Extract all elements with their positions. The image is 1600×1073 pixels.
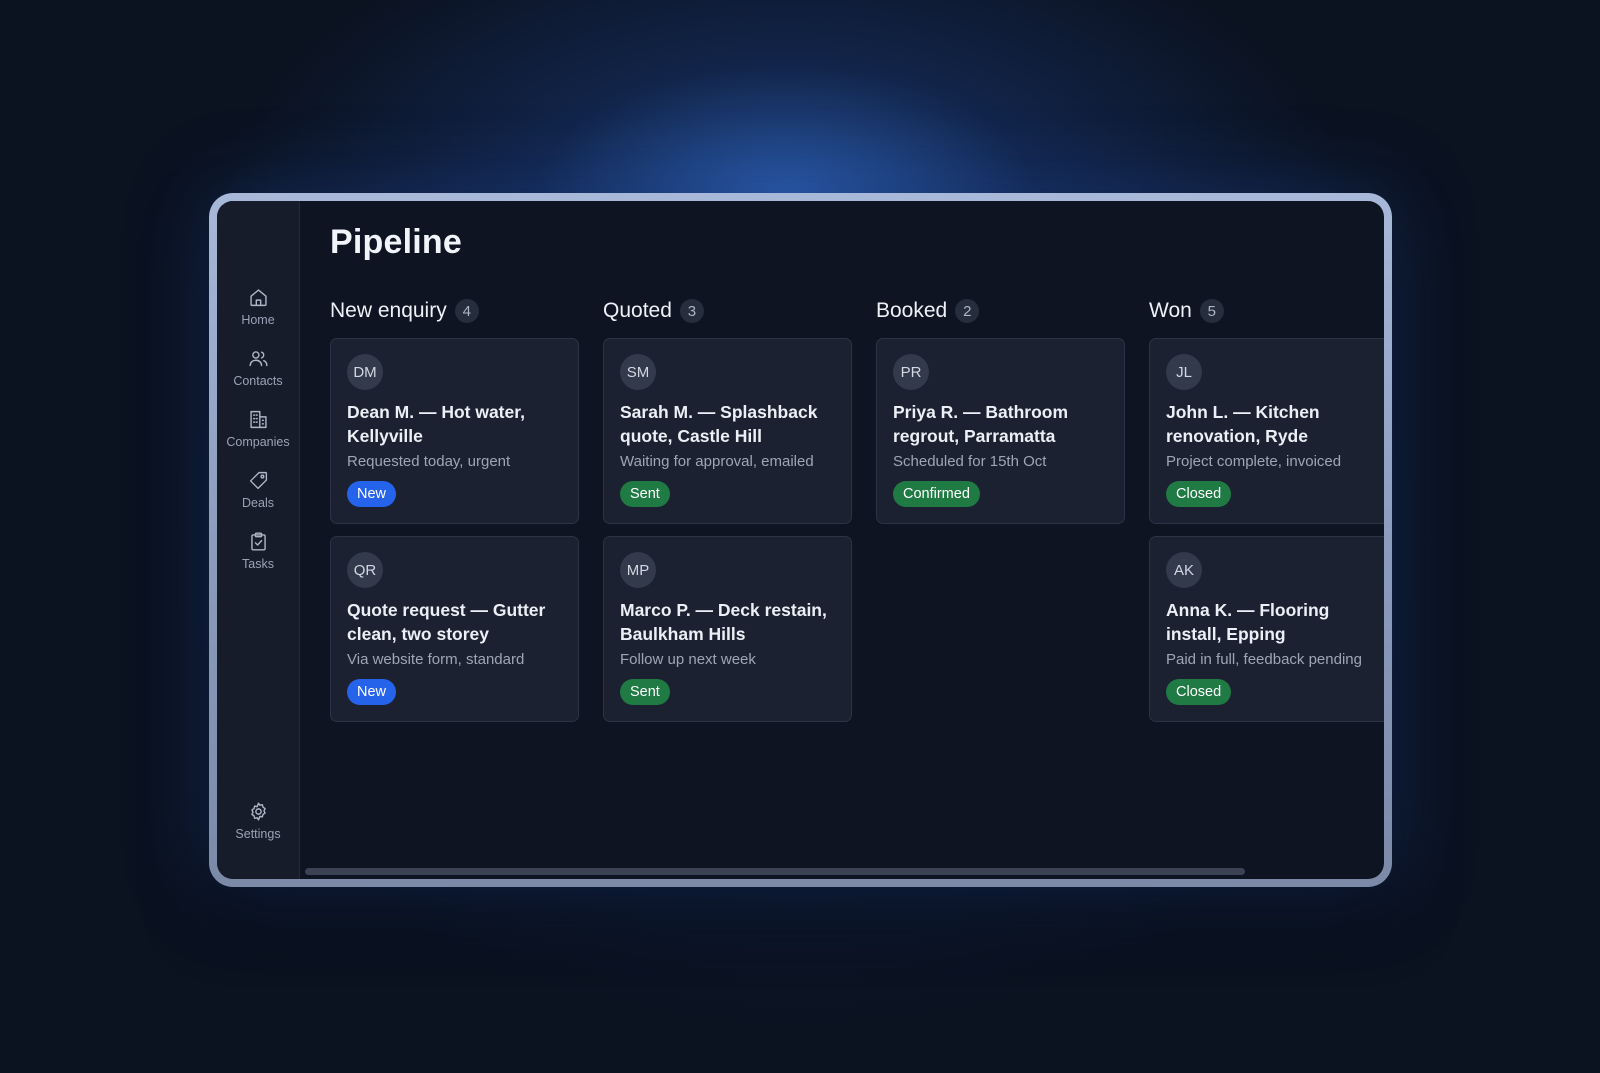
- tag-icon: [248, 470, 269, 491]
- column-title: Won: [1149, 299, 1192, 322]
- status-badge: Confirmed: [893, 481, 980, 507]
- avatar: JL: [1166, 354, 1202, 390]
- column-count-badge: 3: [679, 299, 704, 323]
- sidebar-item-label: Companies: [226, 435, 290, 449]
- deal-card[interactable]: DM Dean M. — Hot water, Kellyville Reque…: [330, 338, 579, 524]
- status-badge: New: [347, 679, 397, 705]
- scrollbar-thumb[interactable]: [305, 868, 1245, 875]
- status-badge: Sent: [620, 679, 670, 705]
- deal-card[interactable]: MP Marco P. — Deck restain, Baulkham Hil…: [603, 536, 852, 722]
- card-title: Anna K. — Flooring install, Epping: [1166, 600, 1330, 644]
- card-title: Sarah M. — Splashback quote, Castle Hill: [620, 402, 818, 446]
- column-title: New enquiry: [330, 299, 447, 322]
- sidebar-item-settings[interactable]: Settings: [217, 801, 299, 841]
- column-quoted: Quoted 3 SM Sarah M. — Splashback quote,…: [603, 296, 853, 722]
- avatar: AK: [1166, 552, 1202, 588]
- sidebar-item-deals[interactable]: Deals: [217, 470, 299, 510]
- sidebar-item-label: Deals: [242, 496, 274, 510]
- sidebar-item-contacts[interactable]: Contacts: [217, 348, 299, 388]
- card-title: Marco P. — Deck restain, Baulkham Hills: [620, 600, 827, 644]
- deal-card[interactable]: AK Anna K. — Flooring install, Epping Pa…: [1149, 536, 1384, 722]
- app-window: Home Contacts Companies Deals Tasks Sett…: [217, 201, 1384, 879]
- gear-icon: [248, 801, 269, 822]
- sidebar-item-tasks[interactable]: Tasks: [217, 531, 299, 571]
- avatar: MP: [620, 552, 656, 588]
- users-icon: [248, 348, 269, 369]
- deal-card[interactable]: JL John L. — Kitchen renovation, Ryde Pr…: [1149, 338, 1384, 524]
- building-icon: [248, 409, 269, 430]
- sidebar-item-label: Tasks: [242, 557, 274, 571]
- column-header: Booked 2: [876, 296, 1126, 326]
- deal-card[interactable]: QR Quote request — Gutter clean, two sto…: [330, 536, 579, 722]
- sidebar-item-home[interactable]: Home: [217, 287, 299, 327]
- avatar: DM: [347, 354, 383, 390]
- page-title: Pipeline: [330, 223, 462, 261]
- column-booked: Booked 2 PR Priya R. — Bathroom regrout,…: [876, 296, 1126, 524]
- card-title: Dean M. — Hot water, Kellyville: [347, 402, 525, 446]
- card-subtitle: Project complete, invoiced: [1166, 453, 1342, 470]
- card-subtitle: Requested today, urgent: [347, 453, 511, 470]
- status-badge: New: [347, 481, 397, 507]
- clipboard-check-icon: [248, 531, 269, 552]
- column-header: New enquiry 4: [330, 296, 580, 326]
- column-title: Quoted: [603, 299, 672, 322]
- column-header: Quoted 3: [603, 296, 853, 326]
- deal-card[interactable]: PR Priya R. — Bathroom regrout, Parramat…: [876, 338, 1125, 524]
- device-frame: Home Contacts Companies Deals Tasks Sett…: [209, 193, 1392, 887]
- pipeline-board: Pipeline New enquiry 4 DM Dean M. — Hot …: [300, 201, 1384, 879]
- column-won: Won 5 JL John L. — Kitchen renovation, R…: [1149, 296, 1384, 722]
- sidebar-item-companies[interactable]: Companies: [217, 409, 299, 449]
- deal-card[interactable]: SM Sarah M. — Splashback quote, Castle H…: [603, 338, 852, 524]
- sidebar-item-label: Settings: [235, 827, 281, 841]
- card-subtitle: Paid in full, feedback pending: [1166, 651, 1362, 668]
- home-icon: [248, 287, 269, 308]
- sidebar-item-label: Home: [241, 313, 275, 327]
- status-badge: Closed: [1166, 481, 1232, 507]
- column-count-badge: 5: [1199, 299, 1224, 323]
- column-header: Won 5: [1149, 296, 1384, 326]
- card-subtitle: Scheduled for 15th Oct: [893, 453, 1047, 470]
- avatar: QR: [347, 552, 383, 588]
- horizontal-scrollbar[interactable]: [300, 865, 1384, 879]
- avatar: SM: [620, 354, 656, 390]
- sidebar: Home Contacts Companies Deals Tasks Sett…: [217, 201, 300, 879]
- status-badge: Closed: [1166, 679, 1232, 705]
- card-title: John L. — Kitchen renovation, Ryde: [1166, 402, 1320, 446]
- column-new-enquiry: New enquiry 4 DM Dean M. — Hot water, Ke…: [330, 296, 580, 722]
- column-count-badge: 4: [454, 299, 479, 323]
- card-title: Quote request — Gutter clean, two storey: [347, 600, 546, 644]
- status-badge: Sent: [620, 481, 670, 507]
- card-subtitle: Follow up next week: [620, 651, 756, 668]
- card-subtitle: Via website form, standard: [347, 651, 525, 668]
- card-title: Priya R. — Bathroom regrout, Parramatta: [893, 402, 1069, 446]
- avatar: PR: [893, 354, 929, 390]
- column-count-badge: 2: [955, 299, 980, 323]
- sidebar-item-label: Contacts: [233, 374, 283, 388]
- column-title: Booked: [876, 299, 948, 322]
- card-subtitle: Waiting for approval, emailed: [620, 453, 814, 470]
